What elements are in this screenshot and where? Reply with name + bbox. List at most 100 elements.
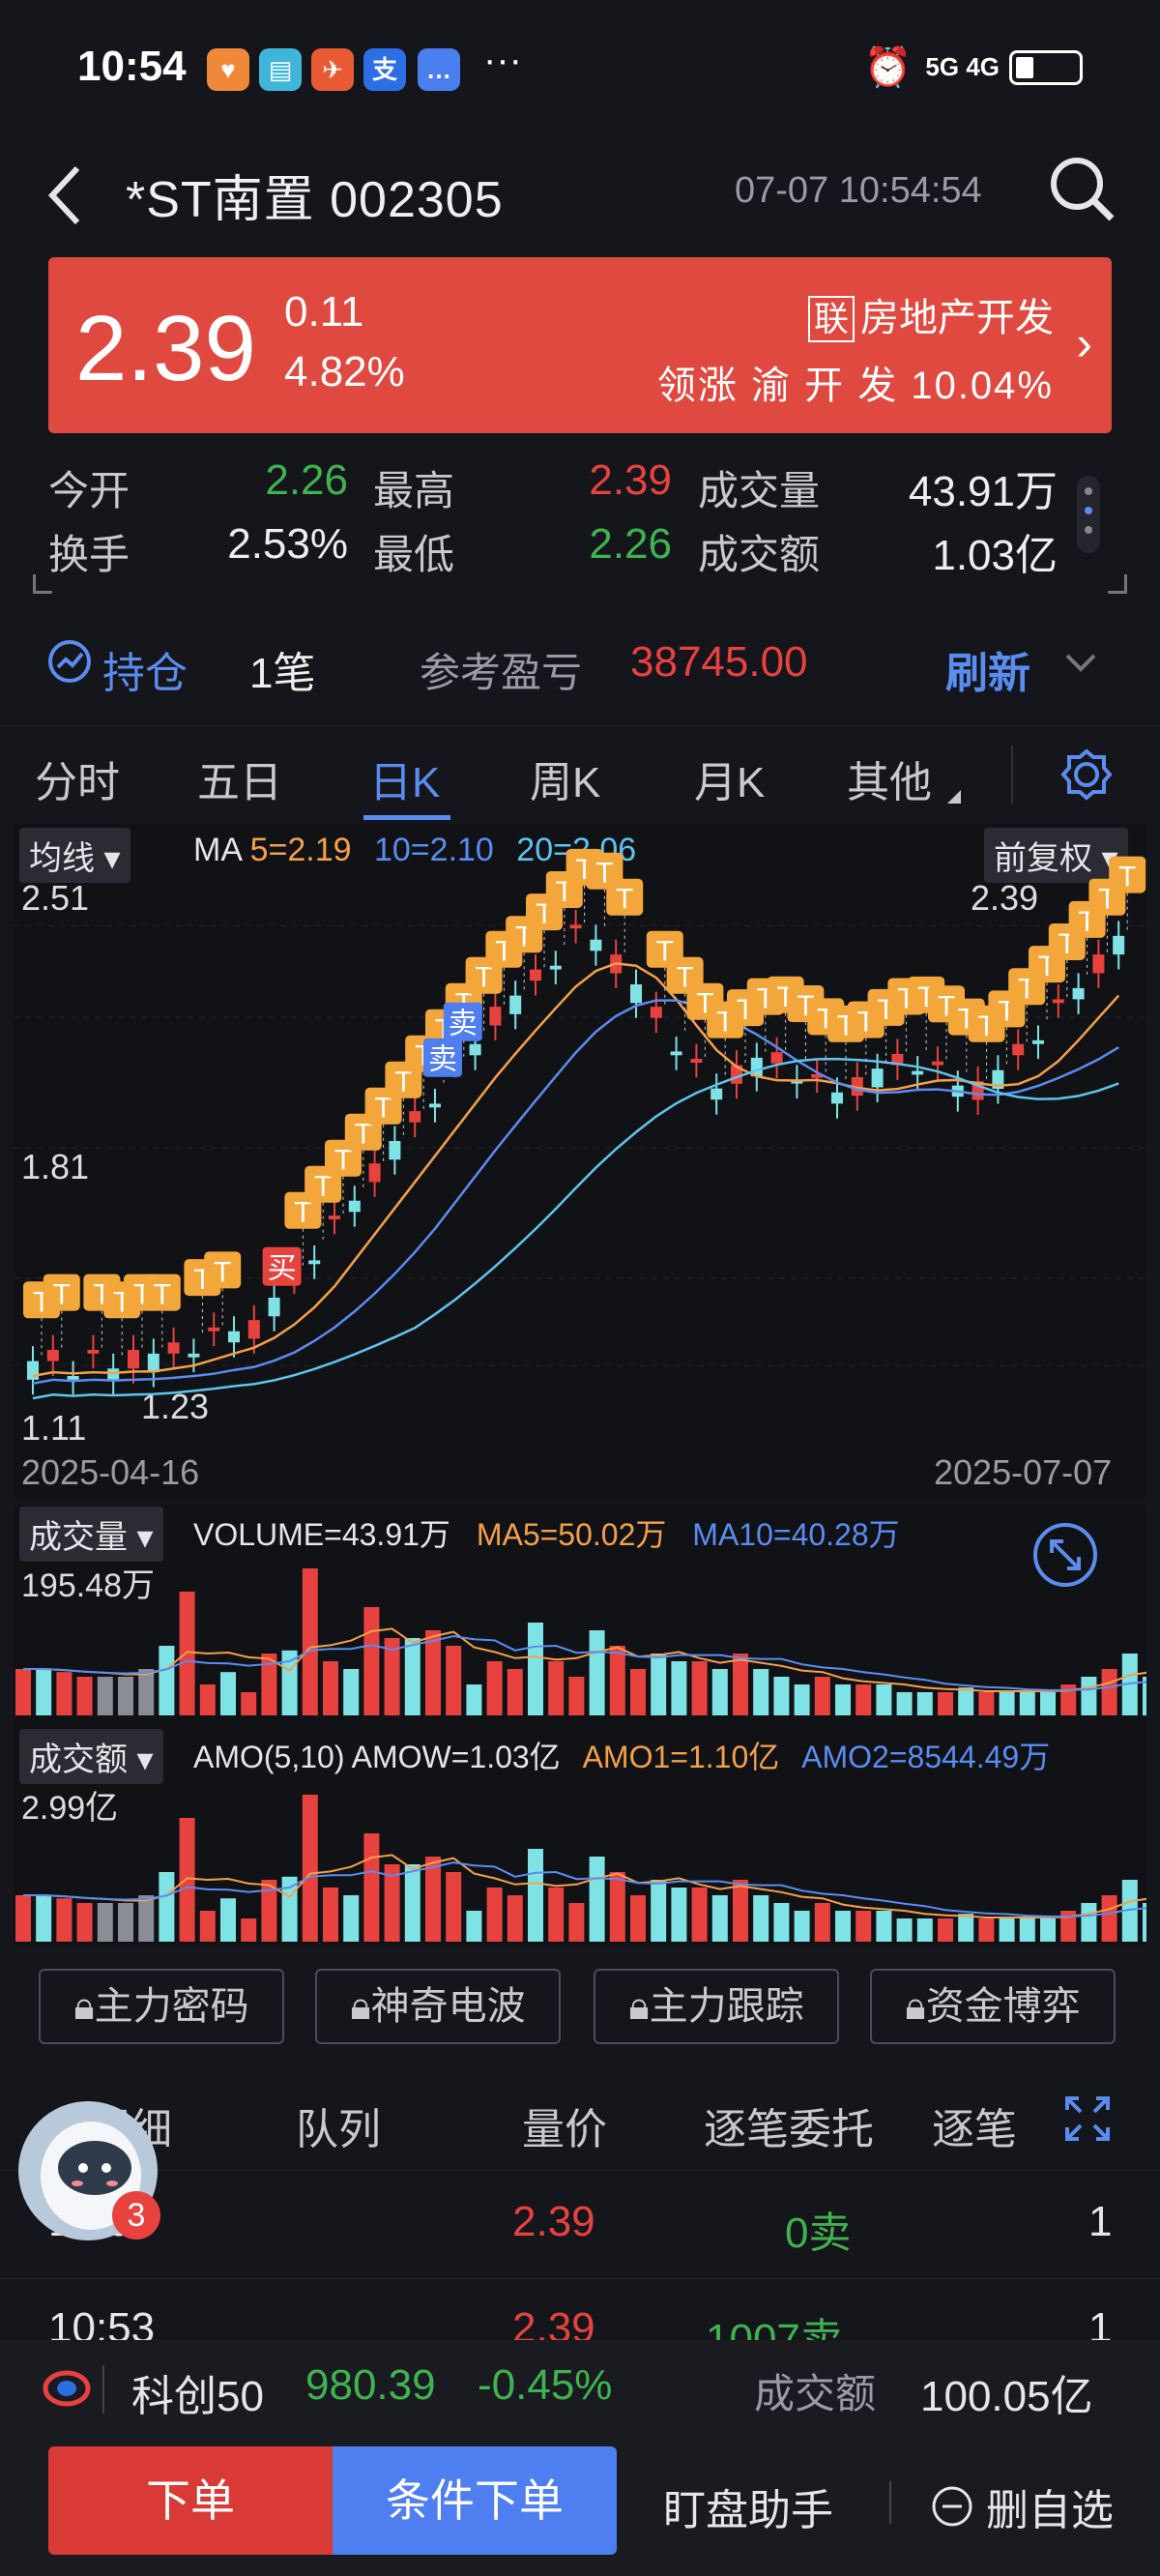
fullscreen-icon[interactable]: [1063, 2094, 1112, 2143]
tab-queue[interactable]: 队列: [296, 2094, 381, 2156]
volume-panel[interactable]: 成交量 ▾ VOLUME=43.91万 MA5=50.02万 MA10=40.2…: [14, 1505, 1146, 1727]
position-count: 1笔: [249, 650, 316, 697]
trade-volume: 0卖: [785, 2210, 852, 2257]
position-row[interactable]: 持仓 1笔 参考盈亏 38745.00 刷新: [0, 629, 1160, 706]
plane-app-icon: ✈: [311, 48, 354, 91]
remove-watchlist-label: 删自选: [986, 2487, 1114, 2534]
volume-value: 43.91万: [908, 468, 1058, 515]
low-label: 最低: [373, 532, 455, 577]
chart-period-tabs: 分时 五日 日K 周K 月K 其他: [0, 725, 1160, 822]
watch-helper-button[interactable]: 盯盘助手: [663, 2475, 833, 2537]
index-amount: 100.05亿: [920, 2373, 1093, 2420]
status-indicators: ⏰ 5G 4G: [864, 44, 1083, 90]
buy-marker-icon: 买: [262, 1246, 302, 1286]
trade-price: 2.39: [512, 2198, 595, 2245]
tab-trade-by-trade[interactable]: 逐笔: [932, 2094, 1019, 2156]
active-tab-indicator: [363, 815, 450, 820]
tab-five-day[interactable]: 五日: [197, 747, 282, 809]
lock-icon: 🔒︎: [628, 1985, 650, 2028]
index-value: 980.39: [305, 2361, 436, 2409]
amount-value: 1.03亿: [932, 532, 1058, 579]
quote-stats: 今开 2.26 最高 2.39 成交量 43.91万 换手 2.53% 最低 2…: [0, 449, 1160, 603]
index-amount-label: 成交额: [754, 2371, 877, 2416]
alipay-app-icon: 支: [363, 48, 406, 91]
conditional-order-button[interactable]: 条件下单: [333, 2446, 617, 2555]
svg-text:T: T: [53, 1279, 71, 1311]
settings-gear-icon[interactable]: [1059, 747, 1114, 802]
search-button[interactable]: [1044, 151, 1121, 228]
pnl-value: 38745.00: [630, 638, 808, 686]
feature-main-track-button[interactable]: 🔒︎主力跟踪: [594, 1969, 839, 2044]
price-change: 0.11: [284, 288, 364, 336]
tab-daily-k[interactable]: 日K: [369, 747, 440, 809]
sell-marker-icon: 卖: [443, 1002, 482, 1041]
open-value: 2.26: [265, 456, 348, 504]
status-time: 10:54: [77, 43, 187, 90]
chevron-right-icon: ›: [1076, 316, 1092, 370]
chevron-left-icon: [47, 165, 80, 225]
tab-volume-price[interactable]: 量价: [522, 2094, 607, 2156]
svg-text:T: T: [1118, 862, 1136, 893]
book-app-icon: ▤: [259, 48, 302, 91]
kline-panel[interactable]: 均线 ▾ MA 5=2.19 10=2.10 20=2.06 前复权 ▾ 2.5…: [14, 824, 1146, 1501]
price-card[interactable]: 2.39 0.11 4.82% 联房地产开发 领涨 渝 开 发 10.04% ›: [48, 257, 1112, 433]
trend-circle-icon: [48, 640, 91, 683]
price-change-pct: 4.82%: [284, 348, 405, 395]
svg-text:买: 买: [268, 1252, 297, 1286]
tab-intraday[interactable]: 分时: [35, 747, 120, 809]
tab-monthly-k[interactable]: 月K: [694, 747, 765, 809]
stats-page-indicator[interactable]: [1077, 476, 1100, 553]
corner-mark: [33, 574, 52, 594]
assistant-avatar[interactable]: 3: [15, 2098, 160, 2243]
feature-label: 主力密码: [94, 1985, 249, 2028]
index-logo-icon: [43, 2370, 91, 2407]
order-button[interactable]: 下单: [48, 2446, 333, 2555]
sector-info: 联房地产开发: [807, 286, 1054, 342]
t-marker-icon: T: [143, 1273, 181, 1311]
t-marker-icon: T: [43, 1273, 80, 1311]
date-start: 2025-04-16: [21, 1452, 200, 1492]
turnover-value: 2.53%: [227, 520, 348, 568]
lock-icon: 🔒︎: [350, 1985, 371, 2028]
current-price: 2.39: [75, 297, 256, 400]
feature-label: 主力跟踪: [649, 1985, 804, 2028]
t-marker-icon: T: [204, 1251, 242, 1289]
svg-text:T: T: [214, 1256, 231, 1288]
feature-label: 神奇电波: [370, 1985, 526, 2028]
status-bar: 10:54 ♥ ▤ ✈ 支 … ··· ⏰ 5G 4G: [0, 0, 1160, 135]
sector-lead-label: 领涨: [656, 365, 739, 407]
svg-text:T: T: [616, 884, 633, 916]
table-row: 10:54 2.39 0卖 1: [0, 2170, 1160, 2278]
feature-magic-wave-button[interactable]: 🔒︎神奇电波: [315, 1969, 561, 2044]
tab-weekly-k[interactable]: 周K: [530, 747, 600, 809]
table-row: 10:53 2.39 1007卖 1: [0, 2278, 1160, 2340]
kline-chart: T T T T T T T TTTTTTTTT TTTT TTTTTT T T T T T T T T T T T T T T…: [14, 848, 1146, 1400]
minus-circle-icon: [932, 2486, 972, 2527]
back-button[interactable]: [39, 155, 97, 232]
tab-other[interactable]: 其他: [847, 747, 932, 809]
feature-fund-game-button[interactable]: 🔒︎资金博弈: [870, 1969, 1116, 2044]
amount-chart: [15, 1795, 1146, 1942]
sell-marker-icon: 卖: [423, 1038, 462, 1077]
trade-count: 1: [1088, 2198, 1113, 2245]
index-ticker[interactable]: 科创50 980.39 -0.45% 成交额 100.05亿: [0, 2340, 1160, 2437]
lock-icon: 🔒︎: [905, 1985, 926, 2028]
sector-leader: 领涨 渝 开 发 10.04%: [657, 354, 1054, 410]
turnover-label: 换手: [48, 532, 130, 577]
tab-order-by-order[interactable]: 逐笔委托: [704, 2094, 874, 2156]
open-label: 今开: [48, 468, 130, 513]
trade-price: 2.39: [512, 2304, 595, 2340]
t-marker-icon: T: [1109, 856, 1146, 893]
refresh-button[interactable]: 刷新: [945, 638, 1030, 700]
sector-lead-pct: 10.04%: [911, 365, 1054, 407]
remove-watchlist-button[interactable]: 删自选: [930, 2475, 1114, 2537]
bottom-bar: 科创50 980.39 -0.45% 成交额 100.05亿 下单 条件下单 盯…: [0, 2340, 1160, 2576]
svg-text:卖: 卖: [449, 1008, 478, 1041]
feature-main-code-button[interactable]: 🔒︎主力密码: [39, 1969, 284, 2044]
chevron-down-icon[interactable]: [1063, 652, 1098, 675]
trade-volume: 1007卖: [706, 2316, 843, 2340]
stock-title: *ST南置 002305: [126, 172, 504, 228]
amount-panel[interactable]: 成交额 ▾ AMO(5,10) AMOW=1.03亿 AMO1=1.10亿 AM…: [14, 1727, 1146, 1946]
index-change: -0.45%: [478, 2361, 613, 2409]
svg-text:卖: 卖: [428, 1043, 457, 1077]
